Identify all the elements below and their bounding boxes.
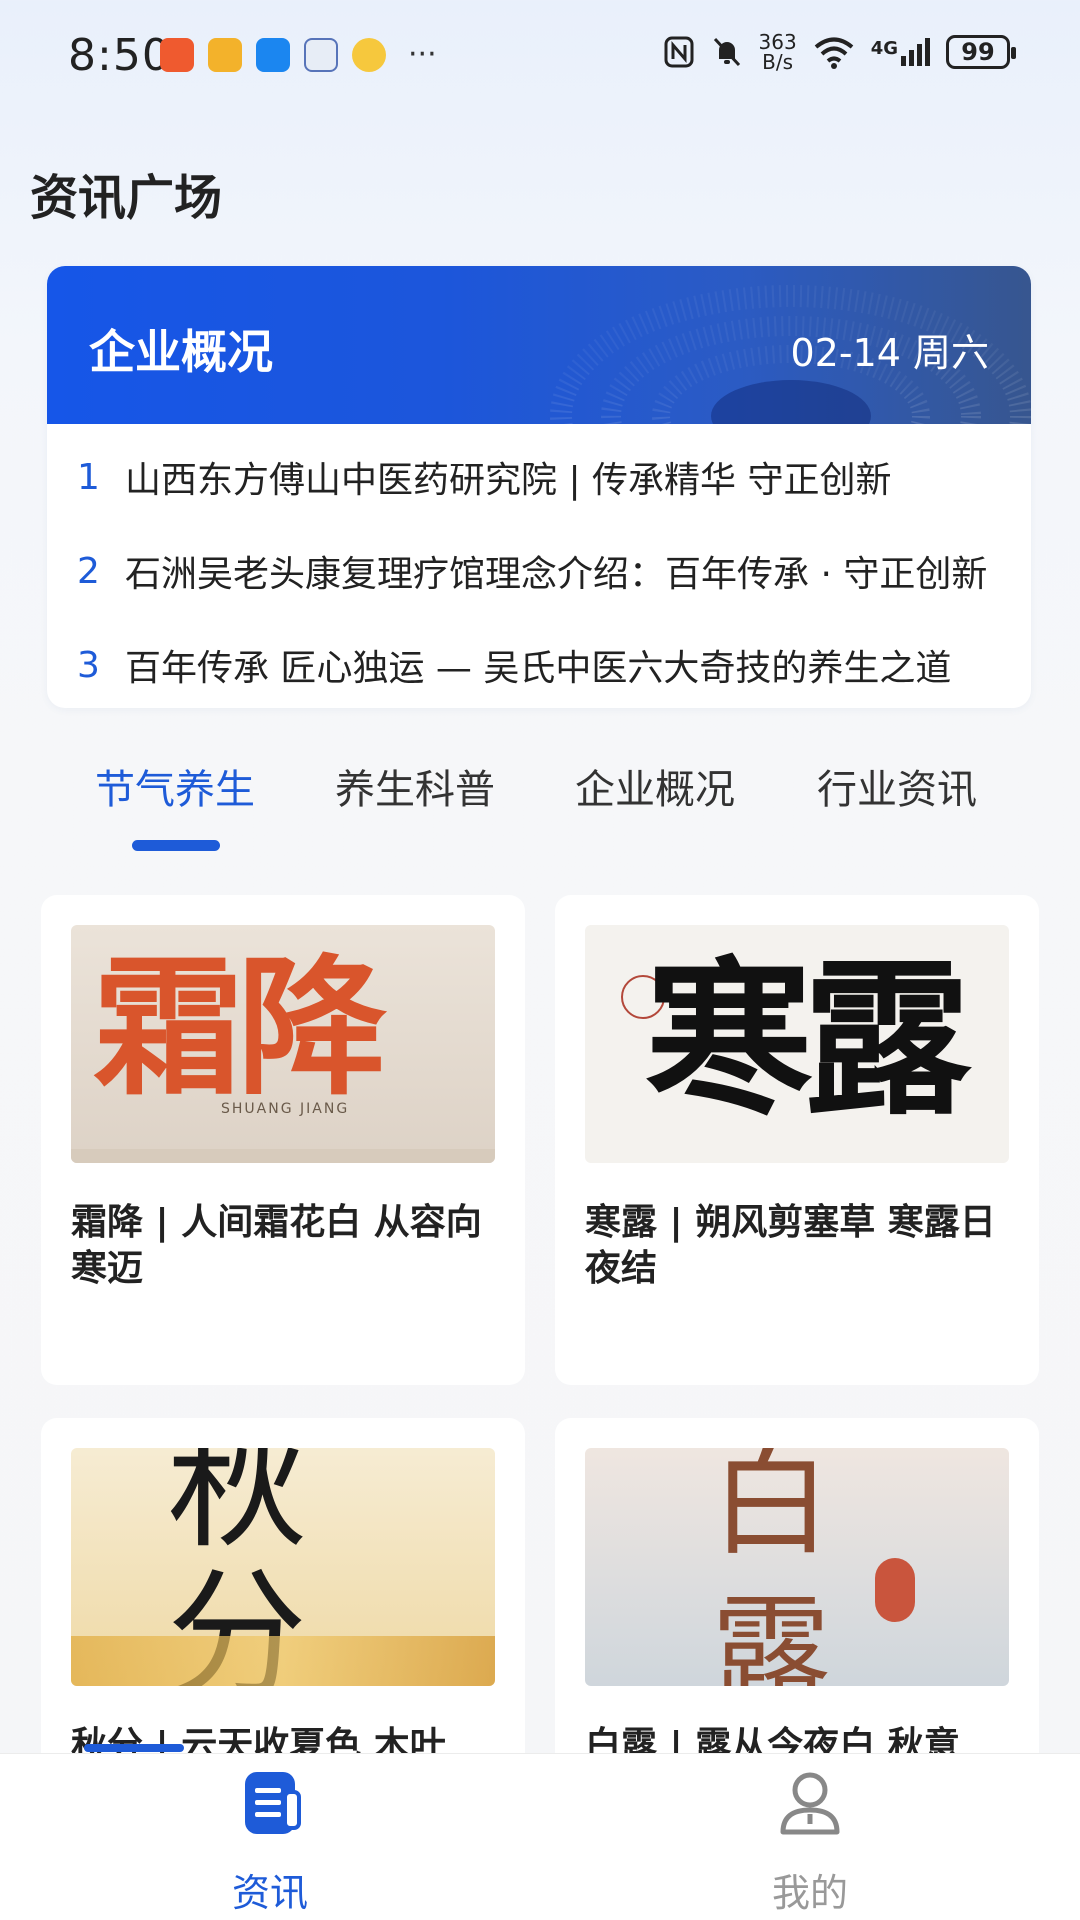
nav-label: 我的 (771, 1871, 848, 1915)
app-notification-icon (208, 38, 242, 72)
article-thumbnail: 白露 (585, 1448, 1009, 1686)
user-icon (780, 1772, 840, 1835)
network-type: 4G (870, 38, 898, 59)
scroll-indicator (84, 1744, 184, 1752)
nav-profile[interactable]: 我的 (660, 1754, 960, 1920)
article-title: 寒露 | 朔风剪塞草 寒露日夜结 (585, 1202, 996, 1289)
notification-icons: ··· (160, 38, 437, 72)
weibo-icon (352, 38, 386, 72)
nav-label: 资讯 (231, 1871, 308, 1915)
app-notification-icon (160, 38, 194, 72)
thumbnail-footer-bar (71, 1149, 495, 1163)
article-card[interactable]: 霜降 SHUANG JIANG 霜降 | 人间霜花白 从容向寒迈 (41, 895, 525, 1385)
company-overview-card: 企业概况 02-14 周六 1 山西东方傅山中医药研究院 | 传承精华 守正创新… (47, 266, 1031, 708)
mute-icon (713, 37, 740, 67)
speed-unit: B/s (762, 50, 794, 74)
app-notification-icon (304, 38, 338, 72)
article-thumbnail: 寒露 (585, 925, 1009, 1163)
status-indicators: 363 B/s 4G 99 (663, 32, 1016, 72)
headline-number: 2 (77, 550, 100, 592)
headline-text: 石洲吴老头康复理疗馆理念介绍：百年传承 · 守正创新 (125, 554, 988, 595)
news-icon (245, 1772, 301, 1834)
headline-text: 山西东方傅山中医药研究院 | 传承精华 守正创新 (125, 460, 892, 501)
headline-item[interactable]: 3 百年传承 匠心独运 — 吴氏中医六大奇技的养生之道 (47, 618, 1031, 708)
tab-industry-news[interactable]: 行业资讯 (817, 757, 977, 815)
status-bar: 8:50 ··· 363 B/s 4G 99 (0, 0, 1080, 110)
thumbnail-calligraphy: 寒露 (645, 940, 971, 1138)
tab-solar-terms-health[interactable]: 节气养生 (95, 757, 255, 815)
tab-company-overview[interactable]: 企业概况 (575, 757, 735, 815)
battery-level: 99 (961, 38, 995, 66)
article-card[interactable]: 寒露 寒露 | 朔风剪塞草 寒露日夜结 (555, 895, 1039, 1385)
wifi-icon (814, 37, 853, 69)
thumbnail-calligraphy: 白露 (711, 1448, 831, 1686)
headline-number: 1 (77, 456, 100, 498)
nav-news[interactable]: 资讯 (120, 1754, 420, 1920)
thumbnail-caption: SHUANG JIANG (221, 1101, 350, 1117)
headline-item[interactable]: 2 石洲吴老头康复理疗馆理念介绍：百年传承 · 守正创新 (47, 524, 1031, 618)
tab-health-science[interactable]: 养生科普 (335, 757, 495, 815)
banner-header[interactable]: 企业概况 02-14 周六 (47, 266, 1031, 424)
signal-icon: 4G (871, 38, 930, 66)
article-thumbnail: 霜降 SHUANG JIANG (71, 925, 495, 1163)
banner-date: 02-14 周六 (790, 331, 990, 375)
article-title: 霜降 | 人间霜花白 从容向寒迈 (71, 1202, 482, 1289)
headline-text: 百年传承 匠心独运 — 吴氏中医六大奇技的养生之道 (125, 648, 952, 689)
battery-icon: 99 (946, 35, 1016, 69)
page-title: 资讯广场 (30, 170, 223, 226)
headline-list: 1 山西东方傅山中医药研究院 | 传承精华 守正创新 2 石洲吴老头康复理疗馆理… (47, 424, 1031, 708)
headline-item[interactable]: 1 山西东方傅山中医药研究院 | 传承精华 守正创新 (47, 430, 1031, 524)
headline-number: 3 (77, 644, 100, 686)
article-thumbnail: 秋分 (71, 1448, 495, 1686)
category-tabs: 节气养生 养生科普 企业概况 行业资讯 (47, 745, 1031, 855)
banner-title: 企业概况 (89, 325, 273, 379)
thumbnail-calligraphy: 霜降 (93, 940, 387, 1116)
app-notification-icon (256, 38, 290, 72)
status-time: 8:50 (68, 30, 171, 81)
nfc-icon (664, 36, 693, 68)
bottom-navigation: 资讯 我的 (0, 1753, 1080, 1920)
speed-value: 363 (758, 30, 797, 54)
network-speed: 363 B/s (759, 32, 797, 72)
thumbnail-seal (875, 1558, 915, 1622)
thumbnail-decor-wheat (71, 1636, 495, 1686)
active-tab-indicator (132, 840, 220, 851)
more-notifications-icon: ··· (408, 37, 437, 72)
